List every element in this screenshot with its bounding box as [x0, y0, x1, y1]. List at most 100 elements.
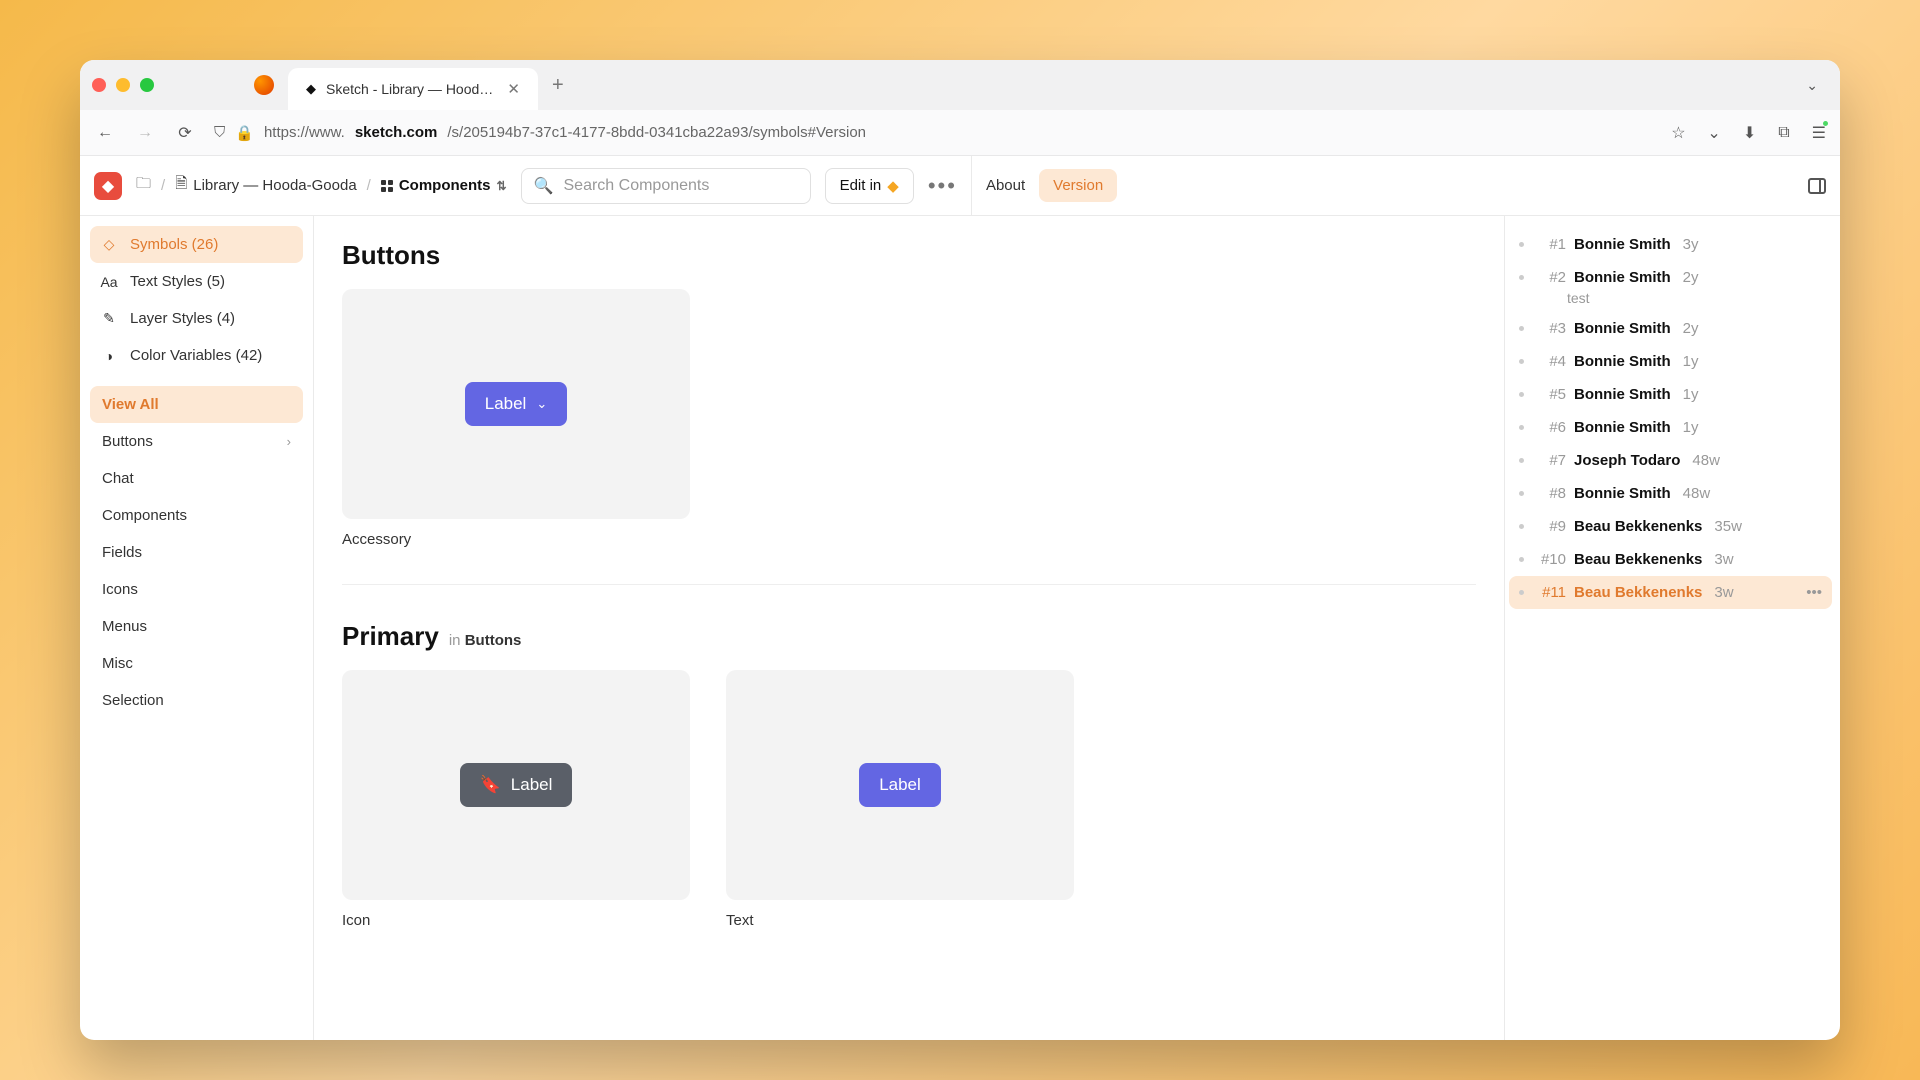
- address-bar[interactable]: ⛉ 🔒 https://www.sketch.com/s/205194b7-37…: [214, 124, 1649, 142]
- sidebar-symbols[interactable]: ◇ Symbols (26): [90, 226, 303, 263]
- section-buttons-title: Buttons: [342, 240, 1476, 271]
- shield-icon[interactable]: ⛉: [214, 124, 225, 141]
- back-icon[interactable]: ←: [94, 124, 116, 142]
- section-primary-title: Primary: [342, 621, 439, 652]
- version-number: #6: [1532, 419, 1566, 436]
- version-time: 35w: [1714, 518, 1742, 535]
- sketch-diamond-icon: ◆: [887, 177, 899, 195]
- close-tab-icon[interactable]: ✕: [507, 80, 520, 98]
- card-label-icon: Icon: [342, 912, 690, 929]
- version-time: 3w: [1714, 584, 1733, 601]
- maximize-window-icon[interactable]: [140, 78, 154, 92]
- bullet-icon: [1519, 590, 1524, 595]
- sidebar-item-buttons[interactable]: Buttons›: [90, 423, 303, 460]
- sidebar-item-fields[interactable]: Fields: [90, 534, 303, 571]
- sidebar-view-all[interactable]: View All: [90, 386, 303, 423]
- version-author: Bonnie Smith: [1574, 419, 1671, 436]
- version-time: 3w: [1714, 551, 1733, 568]
- app-header: ◆ 🗀 / 🗎Library — Hooda-Gooda / Component…: [80, 156, 1840, 216]
- version-tab[interactable]: Version: [1039, 169, 1117, 202]
- bullet-icon: [1519, 458, 1524, 463]
- firefox-icon: [254, 75, 274, 95]
- version-author: Beau Bekkenenks: [1574, 518, 1702, 535]
- tabs-dropdown-icon[interactable]: ⌄: [1806, 77, 1818, 94]
- more-menu-button[interactable]: •••: [928, 173, 957, 199]
- component-card-icon[interactable]: 🔖 Label: [342, 670, 690, 900]
- version-time: 2y: [1683, 269, 1699, 286]
- button-accessory-preview: Label ⌄: [465, 382, 568, 426]
- version-number: #4: [1532, 353, 1566, 370]
- lock-icon[interactable]: 🔒: [235, 124, 254, 142]
- sidebar-item-misc[interactable]: Misc: [90, 645, 303, 682]
- sketch-favicon-icon: ◆: [306, 81, 316, 97]
- version-number: #11: [1532, 584, 1566, 601]
- folder-icon: 🗀: [136, 173, 151, 198]
- divider: [971, 156, 972, 216]
- close-window-icon[interactable]: [92, 78, 106, 92]
- breadcrumb-library[interactable]: 🗎Library — Hooda-Gooda: [175, 173, 356, 198]
- version-item[interactable]: #7Joseph Todaro48w: [1509, 444, 1832, 477]
- pocket-icon[interactable]: ⌄: [1707, 123, 1720, 143]
- new-tab-button[interactable]: +: [552, 74, 564, 97]
- app-logo-icon[interactable]: ◆: [94, 172, 122, 200]
- component-card-text[interactable]: Label: [726, 670, 1074, 900]
- diamond-icon: ◇: [100, 236, 118, 253]
- palette-icon: ◑: [100, 348, 118, 364]
- version-time: 2y: [1683, 320, 1699, 337]
- browser-tab[interactable]: ◆ Sketch - Library — Hooda-Good ✕: [288, 68, 538, 110]
- sidebar-item-icons[interactable]: Icons: [90, 571, 303, 608]
- version-time: 3y: [1683, 236, 1699, 253]
- version-item[interactable]: #3Bonnie Smith2y: [1509, 312, 1832, 345]
- about-link[interactable]: About: [986, 177, 1025, 194]
- sidebar-item-chat[interactable]: Chat: [90, 460, 303, 497]
- chevron-right-icon: ›: [287, 434, 291, 449]
- extensions-icon[interactable]: ⧉: [1778, 124, 1789, 142]
- browser-tab-strip: ◆ Sketch - Library — Hooda-Good ✕ + ⌄: [80, 60, 1840, 110]
- version-time: 48w: [1683, 485, 1711, 502]
- version-time: 48w: [1692, 452, 1720, 469]
- version-item[interactable]: #1Bonnie Smith3y: [1509, 228, 1832, 261]
- sidebar-symbols-label: Symbols (26): [130, 236, 218, 253]
- bookmark-star-icon[interactable]: ☆: [1667, 123, 1689, 143]
- hamburger-menu-icon[interactable]: ☰: [1812, 123, 1826, 143]
- version-time: 1y: [1683, 419, 1699, 436]
- version-author: Bonnie Smith: [1574, 269, 1671, 286]
- sidebar-text-styles[interactable]: AaText Styles (5): [90, 263, 303, 300]
- breadcrumb-folder[interactable]: 🗀: [136, 173, 151, 198]
- component-card-accessory[interactable]: Label ⌄: [342, 289, 690, 519]
- version-author: Bonnie Smith: [1574, 485, 1671, 502]
- url-path: /s/205194b7-37c1-4177-8bdd-0341cba22a93/…: [447, 124, 866, 141]
- toggle-panel-icon[interactable]: [1808, 178, 1826, 194]
- sidebar-layer-styles[interactable]: ✎Layer Styles (4): [90, 300, 303, 337]
- edit-in-label: Edit in: [840, 177, 882, 194]
- breadcrumb-components-label: Components: [399, 177, 491, 194]
- sidebar-item-selection[interactable]: Selection: [90, 682, 303, 719]
- sidebar-color-vars[interactable]: ◑Color Variables (42): [90, 337, 303, 374]
- version-item[interactable]: #10Beau Bekkenenks3w: [1509, 543, 1832, 576]
- version-author: Bonnie Smith: [1574, 353, 1671, 370]
- search-input[interactable]: 🔍 Search Components: [521, 168, 811, 204]
- version-item[interactable]: #6 Bonnie Smith 1y: [1509, 411, 1832, 444]
- edit-in-button[interactable]: Edit in ◆: [825, 168, 914, 204]
- version-number: #1: [1532, 236, 1566, 253]
- version-item[interactable]: #4 Bonnie Smith 1y: [1509, 345, 1832, 378]
- sidebar-item-menus[interactable]: Menus: [90, 608, 303, 645]
- version-time: 1y: [1683, 353, 1699, 370]
- sidebar-item-components[interactable]: Components: [90, 497, 303, 534]
- bullet-icon: [1519, 491, 1524, 496]
- version-item[interactable]: #8Bonnie Smith48w: [1509, 477, 1832, 510]
- version-item[interactable]: #11Beau Bekkenenks3w•••: [1509, 576, 1832, 609]
- browser-nav-bar: ← → ⟳ ⛉ 🔒 https://www.sketch.com/s/20519…: [80, 110, 1840, 156]
- minimize-window-icon[interactable]: [116, 78, 130, 92]
- button-icon-preview: 🔖 Label: [460, 763, 573, 807]
- components-icon: [381, 180, 393, 192]
- downloads-icon[interactable]: ⬇: [1743, 123, 1756, 143]
- main-canvas: Buttons Label ⌄ Accessory Primary in But…: [314, 216, 1504, 1040]
- breadcrumb-library-label: Library — Hooda-Gooda: [193, 177, 356, 194]
- button-label: Label: [879, 775, 921, 795]
- reload-icon[interactable]: ⟳: [174, 123, 196, 143]
- more-icon[interactable]: •••: [1806, 584, 1822, 601]
- version-item[interactable]: #5Bonnie Smith1y: [1509, 378, 1832, 411]
- breadcrumb-components[interactable]: Components ⇅: [381, 177, 507, 194]
- version-item[interactable]: #9Beau Bekkenenks35w: [1509, 510, 1832, 543]
